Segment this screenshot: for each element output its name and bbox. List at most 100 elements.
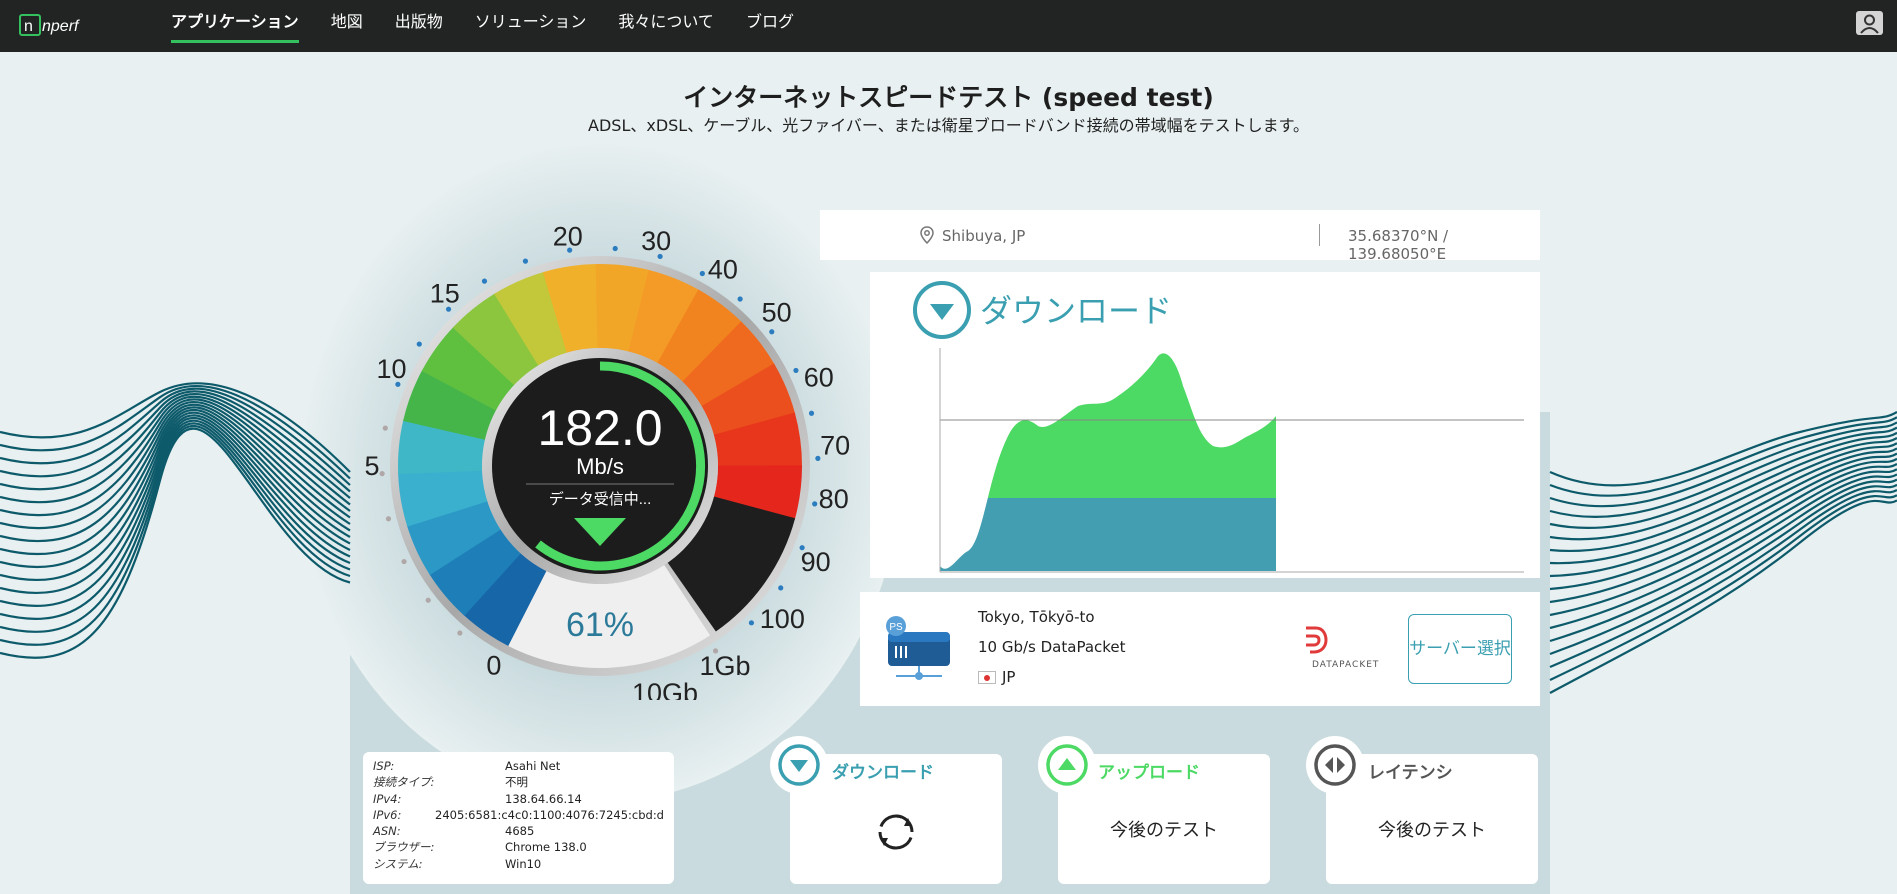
user-account-button[interactable] <box>1856 11 1883 35</box>
gauge-tick <box>425 597 431 603</box>
gauge-tick <box>567 247 573 253</box>
info-row: IPv4: 138.64.66.14 <box>373 791 664 807</box>
info-value: 138.64.66.14 <box>505 791 582 806</box>
background-wave <box>1549 499 1897 694</box>
nav-item-solutions[interactable]: ソリューション <box>475 0 587 52</box>
info-value: 不明 <box>505 775 528 790</box>
upload-card-value: 今後のテスト <box>1110 820 1218 841</box>
nav-item-about[interactable]: 我々について <box>618 0 714 52</box>
svg-text:n: n <box>24 18 33 35</box>
download-card-label: ダウンロード <box>832 763 934 783</box>
loading-spinner-icon <box>878 814 914 850</box>
gauge-tick <box>812 501 818 507</box>
gauge-scale-label: 100 <box>760 604 805 634</box>
gauge-tick <box>612 245 618 252</box>
server-icon: PS <box>886 616 950 680</box>
gauge-status-text: データ受信中... <box>549 490 652 508</box>
gauge-scale-label: 5 <box>364 451 379 481</box>
nperf-logo[interactable]: n nperf <box>18 10 98 40</box>
download-panel-title: ダウンロード <box>980 292 1173 330</box>
download-speed-graph <box>939 348 1524 573</box>
gauge-tick <box>379 471 385 477</box>
info-row: ASN: 4685 <box>373 823 664 839</box>
gauge-speed-value: 182.0 <box>537 400 662 456</box>
speed-gauge: 182.0 Mb/s データ受信中... 61% 0 5 10 15 20 30 40 50 6… <box>364 221 850 700</box>
info-row: システム: Win10 <box>373 856 664 872</box>
download-arrow-icon <box>913 281 971 339</box>
info-row: ISP: Asahi Net <box>373 758 664 774</box>
upload-badge <box>1038 736 1096 794</box>
info-key: 接続タイプ: <box>373 775 435 790</box>
download-badge <box>770 736 828 794</box>
server-city: Tokyo, Tōkyō-to <box>978 608 1095 626</box>
gauge-tick <box>481 278 488 284</box>
gauge-tick <box>382 425 388 431</box>
latency-card-label: レイテンシ <box>1368 763 1453 783</box>
main-nav: アプリケーション 地図 出版物 ソリューション 我々について ブログ <box>171 0 826 52</box>
server-country: JP <box>978 668 1015 686</box>
server-provider: 10 Gb/s DataPacket <box>978 638 1126 656</box>
info-key: システム: <box>373 856 423 871</box>
nav-item-apps[interactable]: アプリケーション <box>171 0 299 52</box>
svg-text:nperf: nperf <box>42 18 80 35</box>
info-value: Chrome 138.0 <box>505 840 587 855</box>
nav-item-publications[interactable]: 出版物 <box>395 0 443 52</box>
latency-badge <box>1306 736 1364 794</box>
info-row: ブラウザー: Chrome 138.0 <box>373 839 664 855</box>
gauge-scale-label: 15 <box>430 279 460 309</box>
gauge-tick <box>712 648 719 654</box>
download-circle-icon <box>778 744 820 786</box>
gauge-tick <box>416 341 422 347</box>
japan-flag-icon <box>978 670 996 684</box>
background-wave <box>1549 473 1897 630</box>
gauge-tick <box>769 329 775 335</box>
gauge-tick <box>799 545 805 551</box>
nav-item-blog[interactable]: ブログ <box>746 0 794 52</box>
gauge-tick <box>808 410 815 416</box>
info-key: ASN: <box>373 824 401 839</box>
gauge-scale-label: 10Gb <box>632 678 698 700</box>
gauge-tick <box>778 585 784 591</box>
gauge-tick <box>815 455 821 461</box>
info-key: ISP: <box>373 759 395 773</box>
info-key: ブラウザー: <box>373 840 435 855</box>
location-coordinates: 35.68370°N / 139.68050°E <box>1348 227 1449 263</box>
gauge-tick <box>457 630 463 636</box>
page-title: インターネットスピードテスト (speed test) <box>683 83 1214 112</box>
info-row: 接続タイプ: 不明 <box>373 774 664 790</box>
gauge-speed-unit: Mb/s <box>576 454 624 479</box>
latency-circle-icon <box>1314 744 1356 786</box>
gauge-scale-label: 20 <box>553 221 583 251</box>
gauge-tick <box>748 620 755 626</box>
gauge-scale-label: 10 <box>377 354 407 384</box>
background-wave <box>0 425 351 646</box>
latency-card-value: 今後のテスト <box>1378 820 1486 841</box>
location-city: Shibuya, JP <box>942 227 1026 245</box>
datapacket-logo-icon <box>1306 626 1328 654</box>
gauge-tick <box>401 558 407 565</box>
location-divider <box>1319 224 1320 246</box>
gauge-scale-label: 50 <box>762 297 792 327</box>
server-panel: PS Tokyo, Tōkyō-to 10 Gb/s DataPacket JP… <box>860 592 1540 706</box>
connection-info-panel: ISP: Asahi Net 接続タイプ: 不明 IPv4: 138.64.66.14 IP… <box>363 752 674 884</box>
location-pin-icon <box>920 226 934 244</box>
select-server-button[interactable]: サーバー選択 <box>1408 614 1512 684</box>
gauge-tick <box>385 516 392 522</box>
gauge-scale-label: 60 <box>804 363 834 393</box>
background-wave <box>1549 426 1897 519</box>
info-value: Asahi Net <box>505 759 561 773</box>
gauge-tick <box>699 270 705 277</box>
gauge-scale-label: 30 <box>641 226 671 256</box>
gauge-scale-label: 0 <box>486 651 501 681</box>
info-value: 4685 <box>505 824 535 839</box>
gauge-scale-label: 90 <box>801 547 831 577</box>
upload-circle-icon <box>1046 744 1088 786</box>
info-value: 2405:6581:c4c0:1100:4076:7245:cbd:d <box>435 807 664 822</box>
page-subtitle: ADSL、xDSL、ケーブル、光ファイバー、または衛星ブロードバンド接続の帯域幅… <box>588 116 1309 135</box>
gauge-tick <box>793 367 799 374</box>
gauge-tick <box>522 258 529 264</box>
gauge-tick <box>445 306 452 312</box>
gauge-tick <box>737 296 743 302</box>
nav-item-map[interactable]: 地図 <box>331 0 363 52</box>
gauge-scale-label: 1Gb <box>700 651 751 681</box>
